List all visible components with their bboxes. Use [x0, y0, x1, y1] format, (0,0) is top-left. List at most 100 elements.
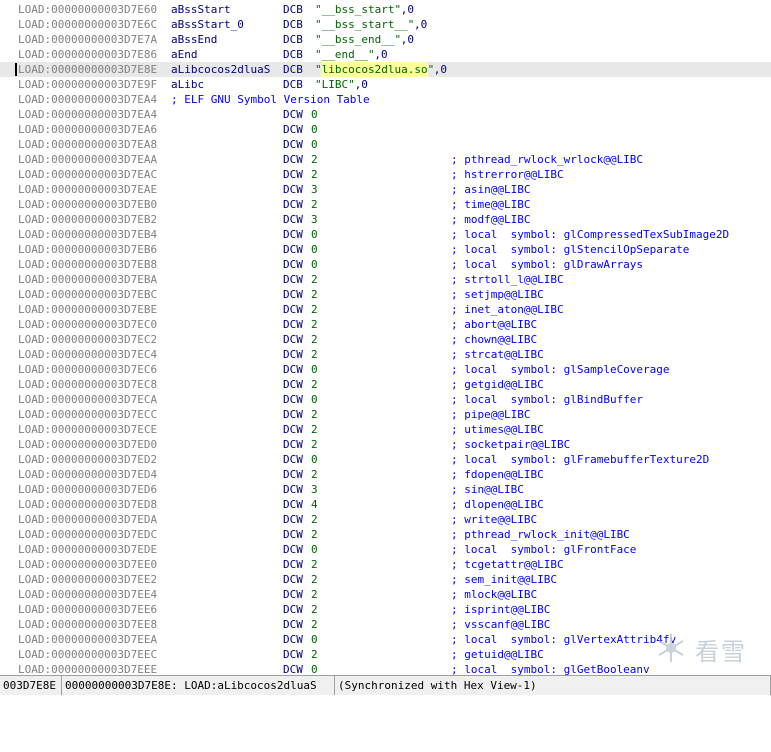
directive: DCW [283, 423, 303, 436]
directive: DCW [283, 363, 303, 376]
address: LOAD:00000000003D7EB6 [18, 243, 158, 256]
listing-row[interactable]: LOAD:00000000003D7EDE DCW 0 ; local symbol:… [0, 542, 771, 557]
listing-row[interactable]: LOAD:00000000003D7EB2 DCW 3 ; modf@@LIBC [0, 212, 771, 227]
symbol-comment: ; getuid@@LIBC [451, 648, 544, 661]
operand-suffix: ,0 [374, 48, 388, 61]
listing-row[interactable]: LOAD:00000000003D7EAA DCW 2 ; pthread_rwloc… [0, 152, 771, 167]
address: LOAD:00000000003D7EEE [18, 663, 158, 675]
listing-row[interactable]: LOAD:00000000003D7EDC DCW 2 ; pthread_rwloc… [0, 527, 771, 542]
listing-row[interactable]: LOAD:00000000003D7EC0 DCW 2 ; abort@@LIBC [0, 317, 771, 332]
directive: DCW [283, 273, 303, 286]
symbol-comment: ; dlopen@@LIBC [451, 498, 544, 511]
listing-row[interactable]: LOAD:00000000003D7ED8 DCW 4 ; dlopen@@LIBC [0, 497, 771, 512]
symbol-comment: ; setjmp@@LIBC [451, 288, 544, 301]
listing-row[interactable]: LOAD:00000000003D7EE0 DCW 2 ; tcgetattr@@LI… [0, 557, 771, 572]
status-location: 00000000003D7E8E: LOAD:aLibcocos2dluaS [62, 676, 335, 695]
address: LOAD:00000000003D7EEA [18, 633, 158, 646]
address: LOAD:00000000003D7EB8 [18, 258, 158, 271]
section-comment: ; ELF GNU Symbol Version Table [171, 93, 370, 106]
listing-row[interactable]: LOAD:00000000003D7EA4 ; ELF GNU Symbol Ve… [0, 92, 771, 107]
symbol-comment: ; strtoll_l@@LIBC [451, 273, 564, 286]
symbol-comment: ; sem_init@@LIBC [451, 573, 557, 586]
listing-row[interactable]: LOAD:00000000003D7E8E aLibcocos2dluaS DCB "… [0, 62, 771, 77]
listing-row[interactable]: LOAD:00000000003D7EC6 DCW 0 ; local symbol:… [0, 362, 771, 377]
value: 0 [311, 633, 318, 646]
address: LOAD:00000000003D7E86 [18, 48, 158, 61]
directive: DCW [283, 543, 303, 556]
symbol-comment: ; time@@LIBC [451, 198, 531, 211]
address: LOAD:00000000003D7ED8 [18, 498, 158, 511]
listing-row[interactable]: LOAD:00000000003D7EB8 DCW 0 ; local symbol:… [0, 257, 771, 272]
listing-row[interactable]: LOAD:00000000003D7E6C aBssStart_0 DCB "__bs… [0, 17, 771, 32]
directive: DCW [283, 648, 303, 661]
string-literal: "__end__" [315, 48, 375, 61]
listing-row[interactable]: LOAD:00000000003D7ECC DCW 2 ; pipe@@LIBC [0, 407, 771, 422]
listing-row[interactable]: LOAD:00000000003D7EAE DCW 3 ; asin@@LIBC [0, 182, 771, 197]
listing-row[interactable]: LOAD:00000000003D7E9F aLibc DCB "LIBC" ,0 [0, 77, 771, 92]
listing-row[interactable]: LOAD:00000000003D7ED0 DCW 2 ; socketpair@@L… [0, 437, 771, 452]
symbol-comment: ; local symbol: glStencilOpSeparate [451, 243, 690, 256]
disassembly-listing[interactable]: LOAD:00000000003D7E60 aBssStart DCB "__bss_… [0, 0, 771, 675]
value: 2 [311, 618, 318, 631]
listing-row[interactable]: LOAD:00000000003D7EB0 DCW 2 ; time@@LIBC [0, 197, 771, 212]
listing-row[interactable]: LOAD:00000000003D7EB4 DCW 0 ; local symbol:… [0, 227, 771, 242]
listing-row[interactable]: LOAD:00000000003D7EE2 DCW 2 ; sem_init@@LIB… [0, 572, 771, 587]
listing-row[interactable]: LOAD:00000000003D7E60 aBssStart DCB "__bss_… [0, 2, 771, 17]
listing-row[interactable]: LOAD:00000000003D7ED4 DCW 2 ; fdopen@@LIBC [0, 467, 771, 482]
directive: DCW [283, 663, 303, 675]
listing-row[interactable]: LOAD:00000000003D7EA8 DCW 0 [0, 137, 771, 152]
address: LOAD:00000000003D7E6C [18, 18, 158, 31]
symbol-name: aBssEnd [171, 33, 218, 46]
address: LOAD:00000000003D7EB4 [18, 228, 158, 241]
address: LOAD:00000000003D7E60 [18, 3, 158, 16]
value: 2 [311, 378, 318, 391]
value: 3 [311, 483, 318, 496]
directive: DCW [283, 588, 303, 601]
symbol-comment: ; local symbol: glGetBooleanv [451, 663, 650, 675]
listing-row[interactable]: LOAD:00000000003D7E7A aBssEnd DCB "__bss_en… [0, 32, 771, 47]
listing-row[interactable]: LOAD:00000000003D7EBC DCW 2 ; setjmp@@LIBC [0, 287, 771, 302]
value: 4 [311, 498, 318, 511]
listing-row[interactable]: LOAD:00000000003D7EDA DCW 2 ; write@@LIBC [0, 512, 771, 527]
symbol-comment: ; write@@LIBC [451, 513, 538, 526]
listing-row[interactable]: LOAD:00000000003D7EC2 DCW 2 ; chown@@LIBC [0, 332, 771, 347]
listing-row[interactable]: LOAD:00000000003D7EE4 DCW 2 ; mlock@@LIBC [0, 587, 771, 602]
directive: DCW [283, 528, 303, 541]
snowflake-icon [658, 634, 684, 662]
listing-row[interactable]: LOAD:00000000003D7EA6 DCW 0 [0, 122, 771, 137]
symbol-comment: ; vsscanf@@LIBC [451, 618, 551, 631]
symbol-name: aLibc [171, 78, 205, 91]
string-literal: "__bss_end__" [315, 33, 402, 46]
listing-row[interactable]: LOAD:00000000003D7EB6 DCW 0 ; local symbol:… [0, 242, 771, 257]
symbol-comment: ; local symbol: glDrawArrays [451, 258, 644, 271]
listing-row[interactable]: LOAD:00000000003D7EBE DCW 2 ; inet_aton@@LI… [0, 302, 771, 317]
listing-row[interactable]: LOAD:00000000003D7EC8 DCW 2 ; getgid@@LIBC [0, 377, 771, 392]
operand-suffix: ,0 [433, 63, 448, 76]
status-address: 003D7E8E [0, 676, 62, 695]
address: LOAD:00000000003D7EA4 [18, 108, 158, 121]
directive: DCW [283, 153, 303, 166]
value: 0 [311, 543, 318, 556]
value: 0 [311, 123, 318, 136]
cursor-caret [15, 63, 17, 76]
listing-row[interactable]: LOAD:00000000003D7EBA DCW 2 ; strtoll_l@@LI… [0, 272, 771, 287]
address: LOAD:00000000003D7EA8 [18, 138, 158, 151]
value: 0 [311, 453, 318, 466]
listing-row[interactable]: LOAD:00000000003D7EAC DCW 2 ; hstrerror@@LI… [0, 167, 771, 182]
symbol-comment: ; local symbol: glFramebufferTexture2D [451, 453, 710, 466]
symbol-comment: ; chown@@LIBC [451, 333, 538, 346]
address: LOAD:00000000003D7EDC [18, 528, 158, 541]
address: LOAD:00000000003D7EAA [18, 153, 158, 166]
listing-row[interactable]: LOAD:00000000003D7E86 aEnd DCB "__end__" ,0 [0, 47, 771, 62]
listing-row[interactable]: LOAD:00000000003D7EE6 DCW 2 ; isprint@@LIBC [0, 602, 771, 617]
value: 0 [311, 243, 318, 256]
listing-row[interactable]: LOAD:00000000003D7ED6 DCW 3 ; sin@@LIBC [0, 482, 771, 497]
listing-row[interactable]: LOAD:00000000003D7ED2 DCW 0 ; local symbol:… [0, 452, 771, 467]
address: LOAD:00000000003D7EBA [18, 273, 158, 286]
listing-row[interactable]: LOAD:00000000003D7ECA DCW 0 ; local symbol:… [0, 392, 771, 407]
address: LOAD:00000000003D7ED2 [18, 453, 158, 466]
listing-row[interactable]: LOAD:00000000003D7EC4 DCW 2 ; strcat@@LIBC [0, 347, 771, 362]
directive: DCW [283, 393, 303, 406]
listing-row[interactable]: LOAD:00000000003D7EA4 DCW 0 [0, 107, 771, 122]
listing-row[interactable]: LOAD:00000000003D7ECE DCW 2 ; utimes@@LIBC [0, 422, 771, 437]
